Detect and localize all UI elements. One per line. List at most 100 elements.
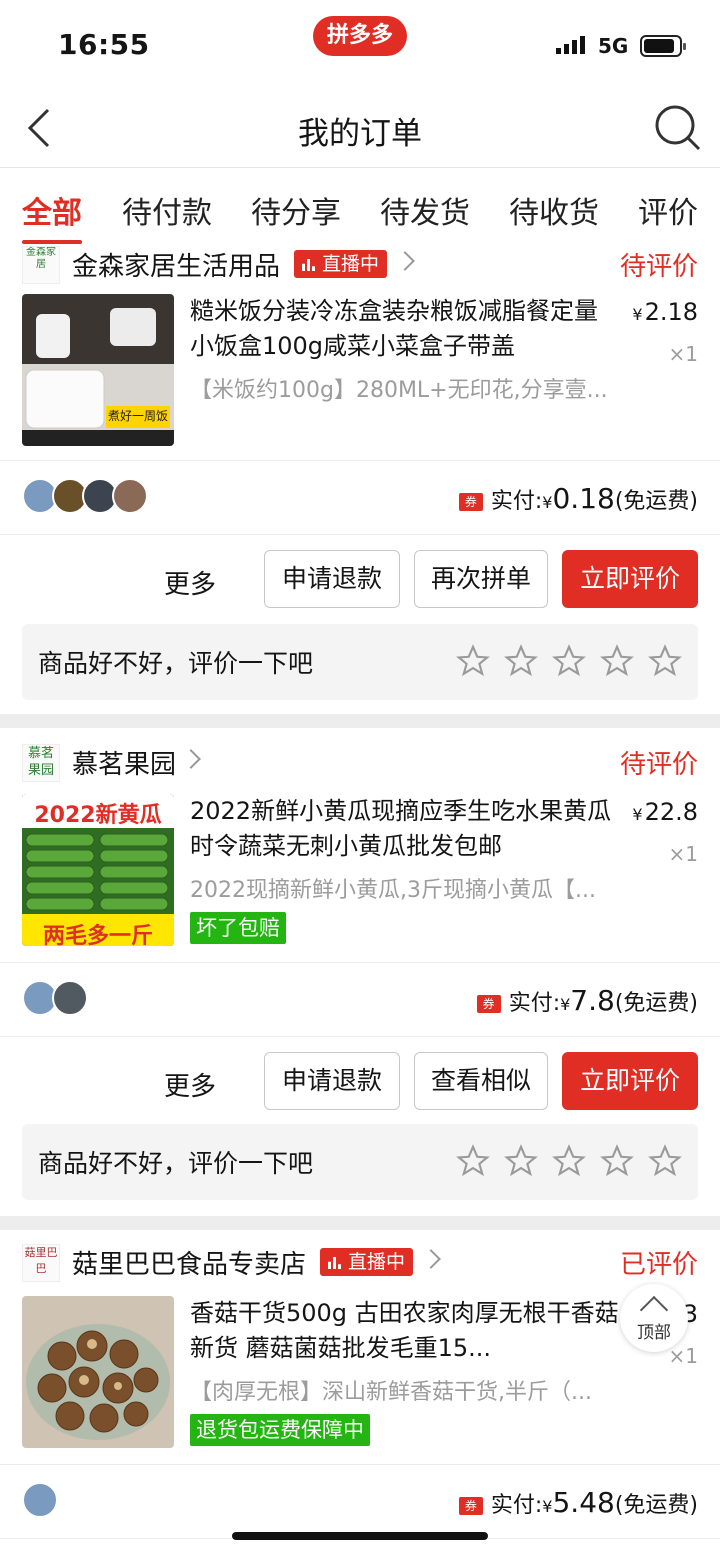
shop-row[interactable]: 菇里巴巴 菇里巴巴食品专卖店 直播中 已评价	[0, 1244, 720, 1288]
shop-name[interactable]: 金森家居生活用品	[72, 246, 280, 283]
request-refund-button[interactable]: 申请退款	[264, 1052, 400, 1110]
guarantee-badge: 退货包运费保障中	[190, 1414, 370, 1446]
image-headline: 2022新黄瓜	[34, 803, 162, 828]
live-badge[interactable]: 直播中	[294, 250, 388, 278]
star-icon[interactable]	[648, 644, 682, 678]
view-similar-button[interactable]: 查看相似	[414, 1052, 548, 1110]
tab-pending-receipt[interactable]: 待收货	[509, 188, 599, 232]
chevron-right-icon	[421, 1249, 441, 1269]
star-icon[interactable]	[600, 1144, 634, 1178]
avatar	[22, 1482, 58, 1518]
avatar	[52, 980, 88, 1016]
order-card: 菇里巴巴 菇里巴巴食品专卖店 直播中 已评价 香菇干货500g 古田农家肉厚无根…	[0, 1230, 720, 1558]
shop-logo: 菇里巴巴	[22, 1244, 60, 1282]
group-avatars	[22, 478, 148, 516]
star-icon[interactable]	[648, 1144, 682, 1178]
product-image[interactable]: 2022新黄瓜 两毛多一斤	[22, 794, 174, 946]
request-refund-button[interactable]: 申请退款	[264, 550, 400, 608]
star-rating	[442, 644, 682, 682]
product-quantity: ×1	[668, 1344, 698, 1368]
battery-icon	[640, 35, 686, 57]
divider	[0, 962, 720, 963]
order-status: 已评价	[619, 1250, 698, 1280]
search-icon[interactable]	[652, 102, 702, 152]
order-status: 待评价	[619, 252, 698, 282]
paid-amount: 券实付:¥7.8(免运费)	[476, 984, 698, 1017]
star-icon[interactable]	[456, 1144, 490, 1178]
product-name[interactable]: 糙米饭分装冷冻盒装杂粮饭减脂餐定量小饭盒100g咸菜小菜盒子带盖	[190, 294, 620, 364]
live-icon	[302, 259, 315, 271]
product-image-mushrooms	[22, 1296, 174, 1448]
divider	[0, 1036, 720, 1037]
coupon-icon: 券	[458, 493, 483, 511]
product-quantity: ×1	[668, 842, 698, 866]
product-spec: 【肉厚无根】深山新鲜香菇干货,半斤（...	[190, 1380, 592, 1405]
product-spec: 【米饭约100g】280ML+无印花,分享壹...	[190, 378, 608, 403]
shop-row[interactable]: 金森家居 金森家居生活用品 直播中 待评价	[0, 246, 720, 290]
status-bar: 16:55 拼多多 5G	[0, 0, 720, 90]
shop-logo: 金森家居	[22, 246, 60, 284]
rate-prompt: 商品好不好，评价一下吧	[38, 649, 314, 678]
image-footer: 两毛多一斤	[42, 924, 153, 946]
star-icon[interactable]	[552, 644, 586, 678]
page-title: 我的订单	[298, 116, 422, 152]
paid-amount: 券实付:¥0.18(免运费)	[458, 482, 698, 515]
product-quantity: ×1	[668, 342, 698, 366]
chevron-right-icon	[181, 749, 201, 769]
chevron-right-icon	[395, 251, 415, 271]
star-icon[interactable]	[504, 644, 538, 678]
product-name[interactable]: 2022新鲜小黄瓜现摘应季生吃水果黄瓜时令蔬菜无刺小黄瓜批发包邮	[190, 794, 620, 864]
app-logo: 拼多多	[313, 16, 407, 56]
group-avatars	[22, 980, 88, 1018]
home-indicator[interactable]	[232, 1532, 488, 1540]
tab-pending-shipment[interactable]: 待发货	[380, 188, 470, 232]
image-caption: 煮好一周饭	[108, 409, 169, 423]
review-now-button[interactable]: 立即评价	[562, 550, 698, 608]
shop-name[interactable]: 菇里巴巴食品专卖店	[72, 1244, 306, 1281]
review-now-button[interactable]: 立即评价	[562, 1052, 698, 1110]
reorder-button[interactable]: 再次拼单	[414, 550, 548, 608]
live-badge[interactable]: 直播中	[320, 1248, 414, 1276]
more-button[interactable]: 更多	[164, 1066, 216, 1103]
order-status: 待评价	[619, 750, 698, 780]
order-tabs: 全部 待付款 待分享 待发货 待收货 评价	[0, 168, 720, 246]
shop-name[interactable]: 慕茗果园	[72, 744, 176, 781]
group-avatars	[22, 1482, 58, 1520]
more-button[interactable]: 更多	[164, 564, 216, 601]
avatar	[112, 478, 148, 514]
signal-icon	[556, 36, 585, 54]
star-rating	[442, 1144, 682, 1182]
shop-row[interactable]: 慕茗果园 慕茗果园 待评价	[0, 744, 720, 788]
coupon-icon: 券	[458, 1497, 483, 1515]
tab-all[interactable]: 全部	[22, 188, 82, 232]
product-image[interactable]	[22, 1296, 174, 1448]
tab-pending-payment[interactable]: 待付款	[122, 188, 212, 232]
status-time: 16:55	[58, 28, 150, 61]
active-tab-indicator	[22, 240, 82, 244]
divider	[0, 460, 720, 461]
star-icon[interactable]	[552, 1144, 586, 1178]
guarantee-badge: 坏了包赔	[190, 912, 286, 944]
rate-prompt-box: 商品好不好，评价一下吧	[22, 624, 698, 700]
order-card: 金森家居 金森家居生活用品 直播中 待评价 煮好一周饭 糙米饭分装冷冻盒装杂粮饭…	[0, 246, 720, 714]
star-icon[interactable]	[504, 1144, 538, 1178]
divider	[0, 1464, 720, 1465]
shop-logo: 慕茗果园	[22, 744, 60, 782]
tab-review[interactable]: 评价	[638, 188, 698, 232]
coupon-icon: 券	[476, 995, 501, 1013]
product-image[interactable]: 煮好一周饭	[22, 294, 174, 446]
order-card: 慕茗果园 慕茗果园 待评价 2022新黄瓜 两毛多一斤 2022新鲜小黄瓜现摘应…	[0, 728, 720, 1216]
nav-bar: 我的订单	[0, 90, 720, 168]
product-spec: 2022现摘新鲜小黄瓜,3斤现摘小黄瓜【...	[190, 878, 596, 903]
paid-amount: 券实付:¥5.48(免运费)	[458, 1486, 698, 1519]
star-icon[interactable]	[456, 644, 490, 678]
divider	[0, 534, 720, 535]
star-icon[interactable]	[600, 644, 634, 678]
tab-pending-share[interactable]: 待分享	[251, 188, 341, 232]
rate-prompt: 商品好不好，评价一下吧	[38, 1149, 314, 1178]
rate-prompt-box: 商品好不好，评价一下吧	[22, 1124, 698, 1200]
product-price: ¥22.8	[632, 798, 698, 826]
back-to-top-label: 顶部	[637, 1323, 671, 1343]
back-to-top-button[interactable]: 顶部	[620, 1284, 688, 1352]
product-name[interactable]: 香菇干货500g 古田农家肉厚无根干香菇新货 蘑菇菌菇批发毛重15...	[190, 1296, 620, 1366]
